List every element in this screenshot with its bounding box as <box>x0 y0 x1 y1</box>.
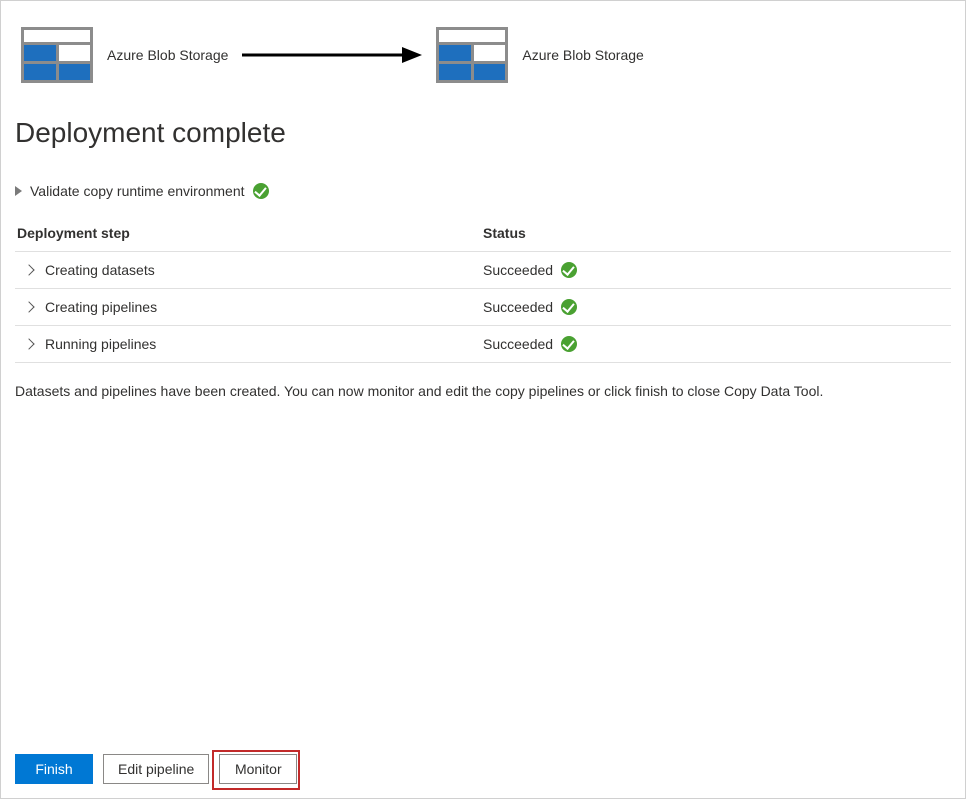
flow-target-label: Azure Blob Storage <box>522 47 643 63</box>
wizard-window: Azure Blob Storage Azure Blob Stora <box>0 0 966 799</box>
check-success-icon <box>561 262 577 278</box>
arrow-icon <box>242 45 422 65</box>
step-status-label: Succeeded <box>483 336 553 352</box>
page-title: Deployment complete <box>15 117 951 149</box>
col-status-header: Status <box>483 225 949 241</box>
step-status-label: Succeeded <box>483 262 553 278</box>
blob-storage-icon <box>436 27 508 83</box>
deployment-summary-text: Datasets and pipelines have been created… <box>15 363 951 399</box>
table-row[interactable]: Creating pipelines Succeeded <box>15 289 951 326</box>
wizard-footer: Finish Edit pipeline Monitor <box>1 744 965 798</box>
validate-runtime-toggle[interactable]: Validate copy runtime environment <box>15 183 951 199</box>
blob-storage-icon <box>21 27 93 83</box>
table-row[interactable]: Creating datasets Succeeded <box>15 252 951 289</box>
flow-source-label: Azure Blob Storage <box>107 47 228 63</box>
triangle-right-icon <box>15 186 22 196</box>
monitor-button[interactable]: Monitor <box>219 754 297 784</box>
chevron-right-icon <box>23 338 34 349</box>
deployment-steps-table: Deployment step Status Creating datasets… <box>15 217 951 363</box>
validate-runtime-label: Validate copy runtime environment <box>30 183 245 199</box>
check-success-icon <box>561 299 577 315</box>
data-flow-diagram: Azure Blob Storage Azure Blob Stora <box>15 19 951 105</box>
chevron-right-icon <box>23 264 34 275</box>
table-header: Deployment step Status <box>15 217 951 252</box>
step-name-label: Creating datasets <box>45 262 155 278</box>
step-name-label: Creating pipelines <box>45 299 157 315</box>
flow-target: Azure Blob Storage <box>436 27 643 83</box>
check-success-icon <box>253 183 269 199</box>
step-status-label: Succeeded <box>483 299 553 315</box>
finish-button[interactable]: Finish <box>15 754 93 784</box>
chevron-right-icon <box>23 301 34 312</box>
table-row[interactable]: Running pipelines Succeeded <box>15 326 951 363</box>
flow-source: Azure Blob Storage <box>21 27 228 83</box>
step-name-label: Running pipelines <box>45 336 156 352</box>
col-step-header: Deployment step <box>17 225 483 241</box>
edit-pipeline-button[interactable]: Edit pipeline <box>103 754 209 784</box>
check-success-icon <box>561 336 577 352</box>
content-area: Azure Blob Storage Azure Blob Stora <box>1 1 965 399</box>
